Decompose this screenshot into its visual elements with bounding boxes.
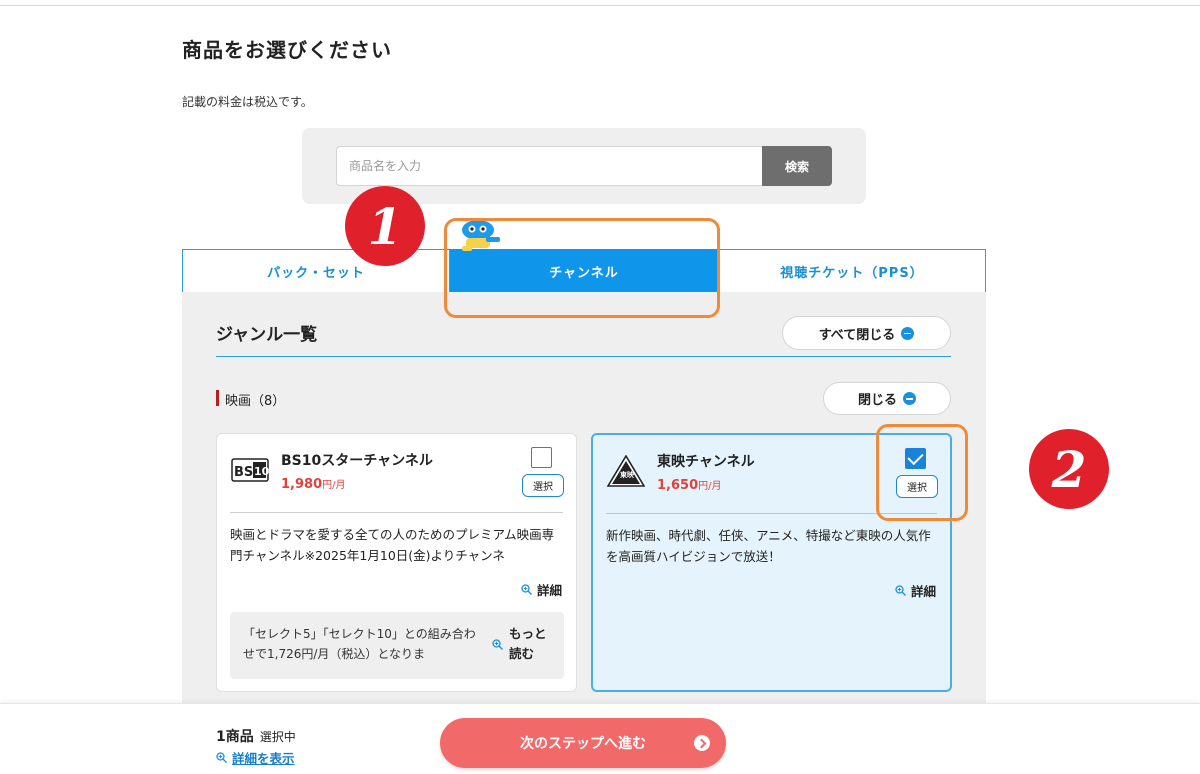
channel-card-toei[interactable]: 東映 東映チャンネル 1,650円/月 選択 新作映画、時代劇、任侠、アニメ、特… [591,433,952,692]
show-details-label: 詳細を表示 [232,751,295,766]
category-marker [216,390,219,406]
zoom-in-icon [492,638,503,650]
step-badge-1: 1 [345,186,425,266]
select-label[interactable]: 選択 [896,475,938,498]
read-more-label: もっと読む [509,626,547,661]
card-divider [606,513,937,514]
select-label[interactable]: 選択 [522,474,564,497]
minus-circle-icon [901,326,915,340]
close-all-button[interactable]: すべて閉じる [782,316,951,350]
page-title: 商品をお選びください [182,38,392,62]
channel-price: 1,980円/月 [281,476,346,492]
selected-count: 1商品 選択中 [216,726,296,746]
svg-text:東映: 東映 [620,470,635,479]
detail-label: 詳細 [536,583,562,598]
genre-heading: ジャンル一覧 [216,325,318,345]
tax-note: 記載の料金は税込です。 [182,95,313,109]
close-category-label: 閉じる [857,393,897,408]
discount-note-text: 「セレクト5」「セレクト10」との組み合わせで1,726円/月（税込）となりま [243,627,476,661]
price-unit: 円/月 [698,481,722,492]
footer-bar: 1商品 選択中 詳細を表示 次のステップへ進む [0,703,1200,774]
tab-channel[interactable]: チャンネル [450,249,718,292]
minus-circle-icon [903,392,916,405]
genre-divider [216,356,951,357]
channel-name: BS10スターチャンネル [281,453,433,469]
zoom-in-icon [521,584,532,595]
card-divider [230,512,563,513]
step-badge-2: 2 [1029,429,1109,509]
svg-text:10: 10 [254,465,269,478]
zoom-in-icon [895,585,906,596]
detail-link[interactable]: 詳細 [895,581,936,600]
close-all-label: すべて閉じる [818,327,896,343]
toei-logo-icon: 東映 [607,455,645,487]
category-label: 映画（8） [225,394,286,409]
next-step-button[interactable]: 次のステップへ進む [440,718,726,768]
selected-count-value: 1商品 [216,729,254,745]
channel-price: 1,650円/月 [657,477,722,493]
selected-count-suffix: 選択中 [259,730,296,744]
price-unit: 円/月 [322,480,346,491]
bs10-logo-icon: BS 10 [231,458,269,482]
chevron-right-icon [694,735,710,751]
channel-description: 映画とドラマを愛する全ての人のためのプレミアム映画専門チャンネル※2025年1月… [230,527,555,563]
svg-text:BS: BS [234,465,253,480]
close-category-button[interactable]: 閉じる [823,382,951,415]
select-checkbox-checked[interactable] [905,448,926,469]
show-details-link[interactable]: 詳細を表示 [216,748,295,767]
search-input[interactable] [336,146,762,186]
channel-description: 新作映画、時代劇、任侠、アニメ、特撮など東映の人気作を高画質ハイビジョンで放送！ [606,528,931,564]
discount-note: 「セレクト5」「セレクト10」との組み合わせで1,726円/月（税込）となりま … [230,612,564,679]
top-divider [0,5,1200,6]
mascot-icon [462,220,500,251]
channel-card-bs10[interactable]: BS 10 BS10スターチャンネル 1,980円/月 選択 映画とドラマを愛す… [216,433,577,692]
detail-label: 詳細 [910,584,936,599]
tab-pps-ticket[interactable]: 視聴チケット（PPS） [718,249,986,292]
read-more-link[interactable]: もっと読む [492,624,549,664]
price-value: 1,650 [657,478,699,493]
search-button[interactable]: 検索 [762,146,832,186]
product-type-tabs: パック・セット チャンネル 視聴チケット（PPS） [182,249,986,292]
zoom-in-icon [216,752,227,763]
detail-link[interactable]: 詳細 [521,580,562,599]
price-value: 1,980 [281,477,323,492]
channel-name: 東映チャンネル [657,454,755,470]
select-checkbox[interactable] [531,447,552,468]
